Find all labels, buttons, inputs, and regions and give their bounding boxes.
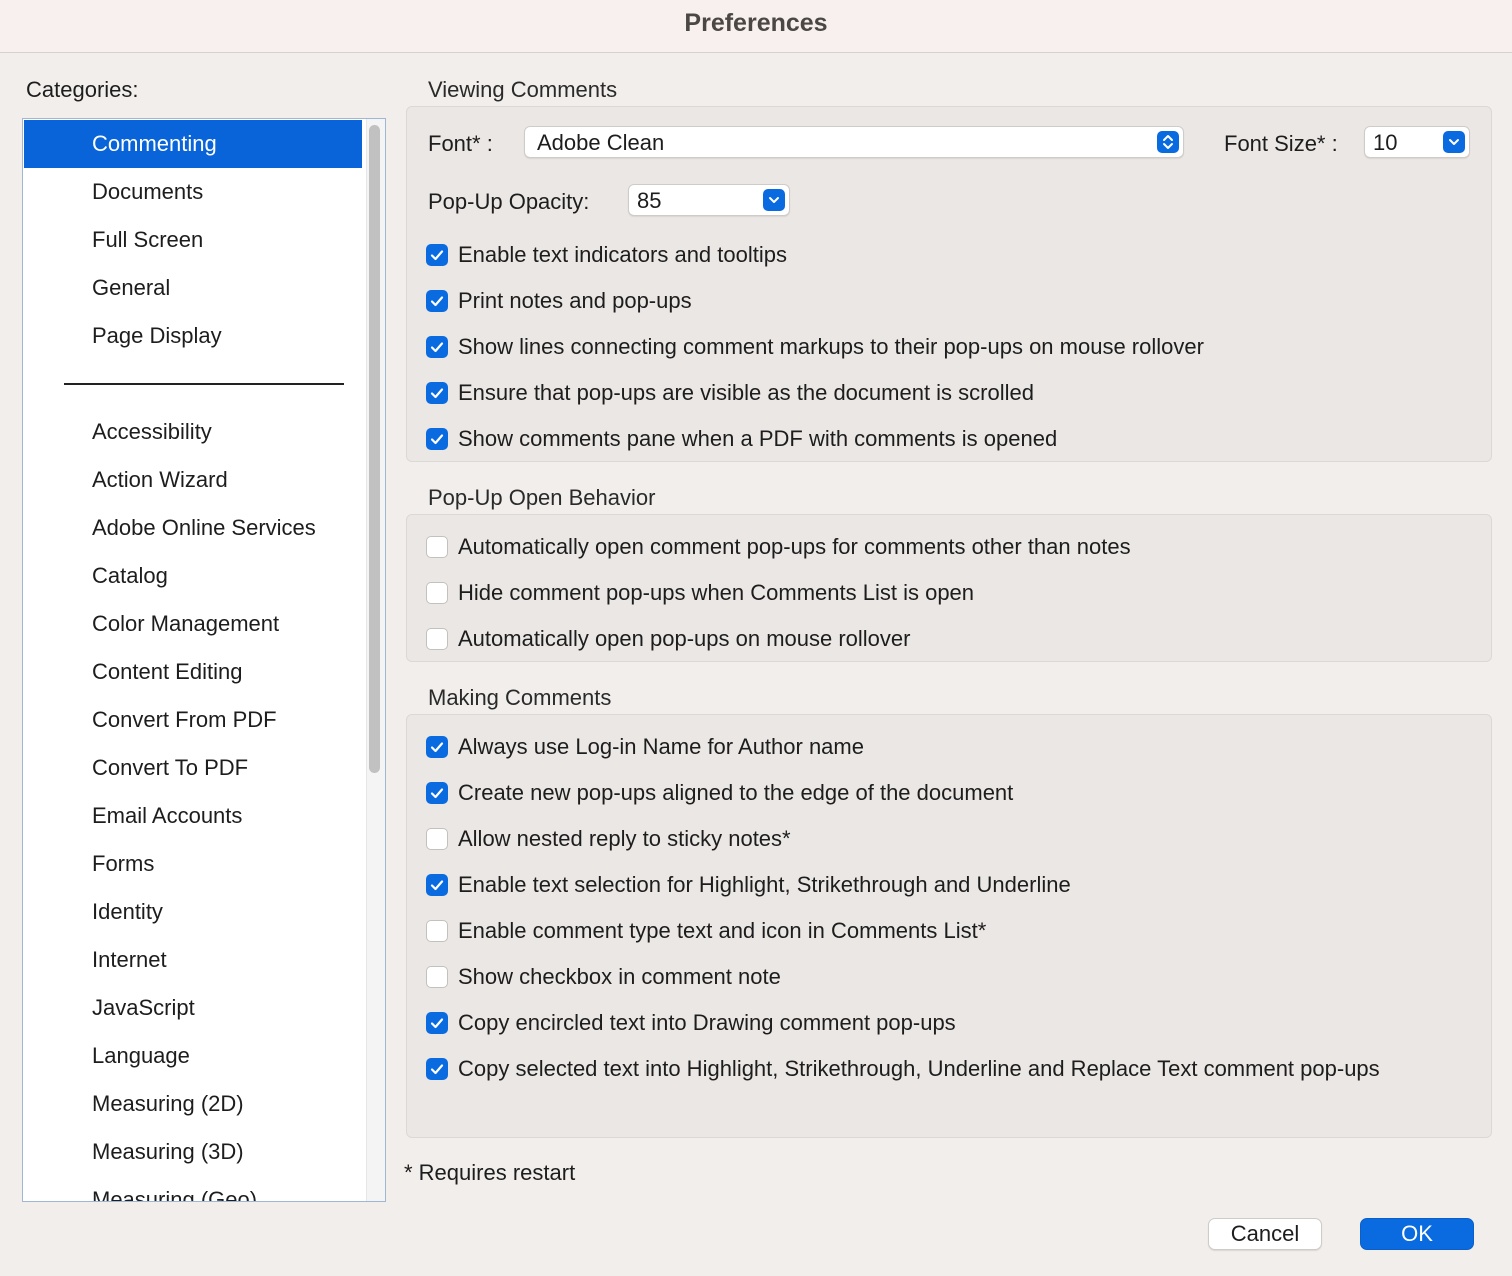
checkbox-label: Ensure that pop-ups are visible as the d… (458, 380, 1034, 405)
checkbox-comment-type-icon[interactable]: Enable comment type text and icon in Com… (426, 916, 986, 946)
checkbox-box[interactable] (426, 920, 448, 942)
popup-opacity-value: 85 (637, 188, 662, 213)
checkbox-label: Print notes and pop-ups (458, 288, 692, 313)
category-catalog[interactable]: Catalog (24, 552, 362, 600)
checkbox-login-name-author[interactable]: Always use Log-in Name for Author name (426, 732, 864, 762)
font-select-value: Adobe Clean (537, 130, 665, 155)
checkbox-label: Enable comment type text and icon in Com… (458, 918, 987, 943)
checkbox-label: Show checkbox in comment note (458, 964, 781, 989)
checkmark-icon[interactable] (426, 290, 448, 312)
checkbox-box[interactable] (426, 828, 448, 850)
window-title: Preferences (684, 9, 828, 37)
category-commenting[interactable]: Commenting (24, 120, 362, 168)
category-measuring-3d[interactable]: Measuring (3D) (24, 1128, 362, 1176)
viewing-comments-heading: Viewing Comments (428, 77, 618, 102)
checkbox-label: Always use Log-in Name for Author name (458, 734, 864, 759)
up-down-chevron-icon (1157, 131, 1179, 153)
checkbox-copy-encircled-text[interactable]: Copy encircled text into Drawing comment… (426, 1008, 956, 1038)
checkbox-label: Automatically open comment pop-ups for c… (458, 534, 1131, 559)
checkbox-label: Enable text indicators and tooltips (458, 242, 787, 267)
checkbox-popups-aligned-edge[interactable]: Create new pop-ups aligned to the edge o… (426, 778, 1013, 808)
categories-label: Categories: (26, 77, 139, 102)
chevron-down-icon (763, 189, 785, 211)
category-adobe-online-services[interactable]: Adobe Online Services (24, 504, 362, 552)
category-internet[interactable]: Internet (24, 936, 362, 984)
making-comments-heading: Making Comments (428, 685, 612, 710)
chevron-down-icon (1443, 131, 1465, 153)
category-documents[interactable]: Documents (24, 168, 362, 216)
checkmark-icon[interactable] (426, 428, 448, 450)
category-identity[interactable]: Identity (24, 888, 362, 936)
checkbox-show-comments-pane[interactable]: Show comments pane when a PDF with comme… (426, 424, 1057, 454)
checkbox-show-checkbox-note[interactable]: Show checkbox in comment note (426, 962, 781, 992)
title-bar: Preferences (0, 0, 1512, 53)
popup-opacity-select[interactable]: 85 (628, 184, 790, 216)
checkbox-nested-reply[interactable]: Allow nested reply to sticky notes* (426, 824, 791, 854)
font-select[interactable]: Adobe Clean (524, 126, 1184, 158)
checkbox-box[interactable] (426, 966, 448, 988)
checkmark-icon[interactable] (426, 1012, 448, 1034)
category-measuring-geo[interactable]: Measuring (Geo) (24, 1176, 362, 1201)
checkbox-box[interactable] (426, 536, 448, 558)
checkbox-label: Enable text selection for Highlight, Str… (458, 872, 1071, 897)
checkbox-popups-visible-scrolled[interactable]: Ensure that pop-ups are visible as the d… (426, 378, 1034, 408)
popup-opacity-label: Pop-Up Opacity: (428, 189, 590, 214)
checkmark-icon[interactable] (426, 874, 448, 896)
categories-scrollbar-thumb[interactable] (369, 125, 380, 773)
checkbox-label: Allow nested reply to sticky notes* (458, 826, 791, 851)
category-convert-to-pdf[interactable]: Convert To PDF (24, 744, 362, 792)
checkmark-icon[interactable] (426, 382, 448, 404)
checkbox-label: Hide comment pop-ups when Comments List … (458, 580, 975, 605)
category-email-accounts[interactable]: Email Accounts (24, 792, 362, 840)
checkbox-label: Automatically open pop-ups on mouse roll… (458, 626, 911, 651)
category-convert-from-pdf[interactable]: Convert From PDF (24, 696, 362, 744)
font-size-value: 10 (1373, 130, 1398, 155)
checkbox-box[interactable] (426, 582, 448, 604)
font-size-label: Font Size* : (1224, 131, 1338, 156)
category-full-screen[interactable]: Full Screen (24, 216, 362, 264)
font-size-select[interactable]: 10 (1364, 126, 1470, 158)
category-accessibility[interactable]: Accessibility (24, 408, 362, 456)
checkbox-label: Copy encircled text into Drawing comment… (458, 1010, 956, 1035)
category-divider (64, 383, 344, 385)
checkbox-enable-text-indicators[interactable]: Enable text indicators and tooltips (426, 240, 787, 270)
category-action-wizard[interactable]: Action Wizard (24, 456, 362, 504)
checkbox-auto-open-popups[interactable]: Automatically open comment pop-ups for c… (426, 532, 1131, 562)
category-javascript[interactable]: JavaScript (24, 984, 362, 1032)
checkmark-icon[interactable] (426, 736, 448, 758)
popup-behavior-heading: Pop-Up Open Behavior (428, 485, 656, 510)
checkbox-label: Show comments pane when a PDF with comme… (458, 426, 1058, 451)
checkbox-box[interactable] (426, 628, 448, 650)
checkbox-label: Create new pop-ups aligned to the edge o… (458, 780, 1014, 805)
category-general[interactable]: General (24, 264, 362, 312)
category-color-management[interactable]: Color Management (24, 600, 362, 648)
checkbox-label: Show lines connecting comment markups to… (458, 334, 1204, 359)
checkbox-show-connecting-lines[interactable]: Show lines connecting comment markups to… (426, 332, 1204, 362)
viewing-comments-group (406, 106, 1492, 462)
checkmark-icon[interactable] (426, 782, 448, 804)
checkmark-icon[interactable] (426, 1058, 448, 1080)
checkbox-text-selection-highlight[interactable]: Enable text selection for Highlight, Str… (426, 870, 1071, 900)
checkbox-hide-popups-list-open[interactable]: Hide comment pop-ups when Comments List … (426, 578, 974, 608)
checkbox-open-on-rollover[interactable]: Automatically open pop-ups on mouse roll… (426, 624, 910, 654)
checkmark-icon[interactable] (426, 336, 448, 358)
category-measuring-2d[interactable]: Measuring (2D) (24, 1080, 362, 1128)
category-language[interactable]: Language (24, 1032, 362, 1080)
requires-restart-note: * Requires restart (404, 1160, 576, 1185)
category-page-display[interactable]: Page Display (24, 312, 362, 360)
checkmark-icon[interactable] (426, 244, 448, 266)
checkbox-print-notes[interactable]: Print notes and pop-ups (426, 286, 692, 316)
ok-button[interactable]: OK (1360, 1218, 1474, 1250)
cancel-button[interactable]: Cancel (1208, 1218, 1322, 1250)
checkbox-copy-selected-text[interactable]: Copy selected text into Highlight, Strik… (426, 1054, 1380, 1084)
category-forms[interactable]: Forms (24, 840, 362, 888)
category-content-editing[interactable]: Content Editing (24, 648, 362, 696)
font-label: Font* : (428, 131, 493, 156)
categories-list[interactable]: Commenting Documents Full Screen General… (22, 118, 386, 1202)
checkbox-label: Copy selected text into Highlight, Strik… (458, 1056, 1380, 1081)
